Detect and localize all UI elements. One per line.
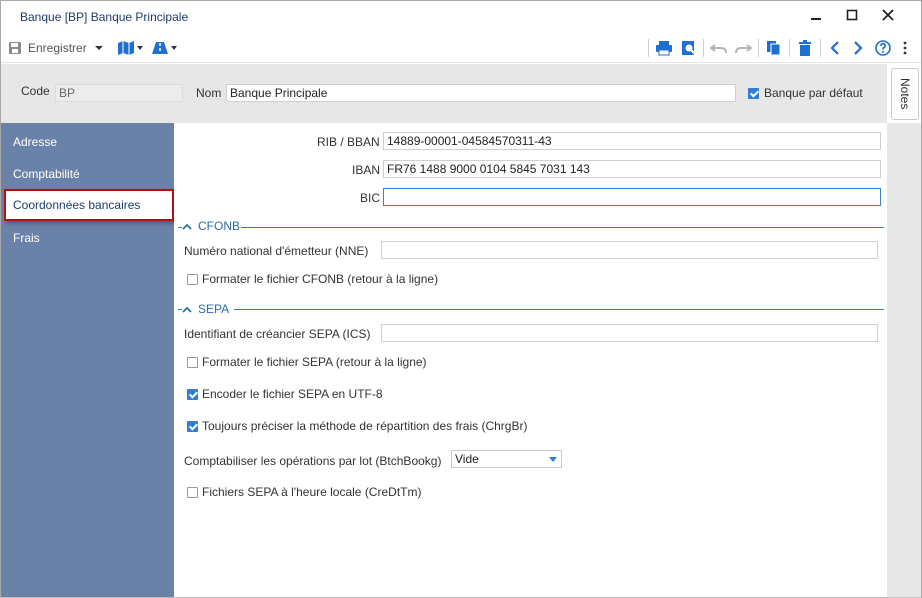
- cfonb-format-label: Formater le fichier CFONB (retour à la l…: [202, 272, 439, 286]
- ics-field[interactable]: [381, 324, 878, 342]
- close-button[interactable]: [873, 5, 903, 29]
- sidebar-item-frais[interactable]: Frais: [1, 222, 174, 254]
- sepa-utf8-checkbox[interactable]: [187, 389, 198, 400]
- sepa-format-checkbox[interactable]: [187, 357, 198, 368]
- toolbar-separator: [820, 39, 821, 57]
- code-field[interactable]: [55, 84, 183, 102]
- trash-icon: [799, 40, 811, 56]
- sepa-format-label: Formater le fichier SEPA (retour à la li…: [202, 355, 427, 369]
- batch-label: Comptabiliser les opérations par lot (Bt…: [184, 454, 442, 468]
- dropdown-arrow-icon: [549, 457, 557, 462]
- main-panel: RIB / BBAN IBAN BIC CFONB Numéro nationa…: [174, 123, 887, 597]
- batch-select-value: Vide: [455, 452, 479, 466]
- rib-label: RIB / BBAN: [317, 135, 380, 149]
- chevron-up-icon: [182, 223, 192, 230]
- sepa-utf8-label: Encoder le fichier SEPA en UTF-8: [202, 387, 383, 401]
- maximize-icon: [846, 9, 858, 21]
- toolbar-separator: [703, 39, 704, 57]
- ics-label: Identifiant de créancier SEPA (ICS): [184, 327, 371, 341]
- notes-tab[interactable]: Notes: [891, 68, 919, 120]
- close-icon: [882, 9, 894, 21]
- help-button[interactable]: [875, 37, 891, 59]
- sidebar: Adresse Comptabilité Coordonnées bancair…: [1, 123, 174, 597]
- chevron-down-icon: [137, 45, 143, 50]
- save-icon: [9, 42, 21, 54]
- bic-label: BIC: [360, 191, 381, 205]
- redo-button[interactable]: [734, 37, 752, 59]
- print-button[interactable]: [655, 37, 673, 59]
- iban-label: IBAN: [352, 163, 381, 177]
- sidebar-item-comptabilite[interactable]: Comptabilité: [1, 158, 174, 190]
- more-options-button[interactable]: [903, 37, 907, 59]
- toolbar-separator: [789, 39, 790, 57]
- toolbar-separator: [758, 39, 759, 57]
- map-button[interactable]: [117, 37, 143, 59]
- sepa-section-header[interactable]: SEPA: [182, 302, 229, 316]
- chevron-left-icon: [830, 41, 839, 55]
- sepa-chrgbr-checkbox[interactable]: [187, 421, 198, 432]
- toolbar-separator: [648, 39, 649, 57]
- default-bank-label: Banque par défaut: [764, 86, 863, 100]
- print-icon: [656, 41, 672, 56]
- cfonb-section-header[interactable]: CFONB: [182, 219, 240, 233]
- chevron-down-icon: [171, 45, 177, 50]
- window: Banque [BP] Banque Principale Enregistre…: [0, 0, 922, 598]
- sepa-title: SEPA: [198, 302, 230, 316]
- section-divider: [178, 309, 182, 310]
- cfonb-title: CFONB: [198, 219, 240, 233]
- map-icon: [118, 41, 134, 55]
- toolbar: Enregistrer: [1, 33, 921, 63]
- previous-button[interactable]: [829, 37, 841, 59]
- undo-button[interactable]: [710, 37, 728, 59]
- minimize-button[interactable]: [801, 5, 831, 29]
- nom-label: Nom: [196, 86, 222, 100]
- title-bar: Banque [BP] Banque Principale: [1, 1, 921, 33]
- window-title: Banque [BP] Banque Principale: [20, 10, 189, 24]
- print-preview-button[interactable]: [681, 37, 697, 59]
- sidebar-item-adresse[interactable]: Adresse: [1, 126, 174, 158]
- duplicate-button[interactable]: [766, 37, 782, 59]
- batch-select[interactable]: Vide: [451, 450, 562, 468]
- help-icon: [875, 40, 891, 56]
- sidebar-item-coordonnees-bancaires[interactable]: Coordonnées bancaires: [4, 189, 174, 221]
- next-button[interactable]: [852, 37, 864, 59]
- delete-button[interactable]: [797, 37, 813, 59]
- nom-field[interactable]: [226, 84, 736, 102]
- maximize-button[interactable]: [837, 5, 867, 29]
- right-panel-strip: [887, 123, 921, 597]
- sepa-local-time-label: Fichiers SEPA à l'heure locale (CreDtTm): [202, 485, 422, 499]
- sepa-local-time-checkbox[interactable]: [187, 487, 198, 498]
- road-button[interactable]: [151, 37, 177, 59]
- code-label: Code: [21, 84, 50, 98]
- redo-icon: [735, 44, 752, 54]
- more-vertical-icon: [903, 41, 907, 55]
- default-bank-checkbox[interactable]: [748, 88, 759, 99]
- nne-label: Numéro national d'émetteur (NNE): [184, 244, 369, 258]
- record-header: Code Nom Banque par défaut: [1, 64, 887, 123]
- print-preview-icon: [682, 41, 696, 55]
- duplicate-icon: [767, 41, 781, 56]
- save-label: Enregistrer: [28, 41, 87, 55]
- chevron-down-icon: [94, 46, 103, 50]
- nne-field[interactable]: [381, 241, 878, 259]
- rib-field[interactable]: [383, 132, 881, 150]
- sepa-chrgbr-label: Toujours préciser la méthode de répartit…: [202, 419, 528, 433]
- cfonb-format-checkbox[interactable]: [187, 274, 198, 285]
- chevron-right-icon: [854, 41, 863, 55]
- section-divider: [234, 309, 884, 310]
- chevron-up-icon: [182, 306, 192, 313]
- iban-field[interactable]: [383, 160, 881, 178]
- minimize-icon: [811, 18, 821, 20]
- save-button[interactable]: Enregistrer: [8, 37, 103, 59]
- section-divider: [241, 227, 884, 228]
- section-divider: [178, 227, 182, 228]
- road-icon: [152, 42, 168, 54]
- bic-field[interactable]: [383, 188, 881, 206]
- undo-icon: [710, 44, 727, 54]
